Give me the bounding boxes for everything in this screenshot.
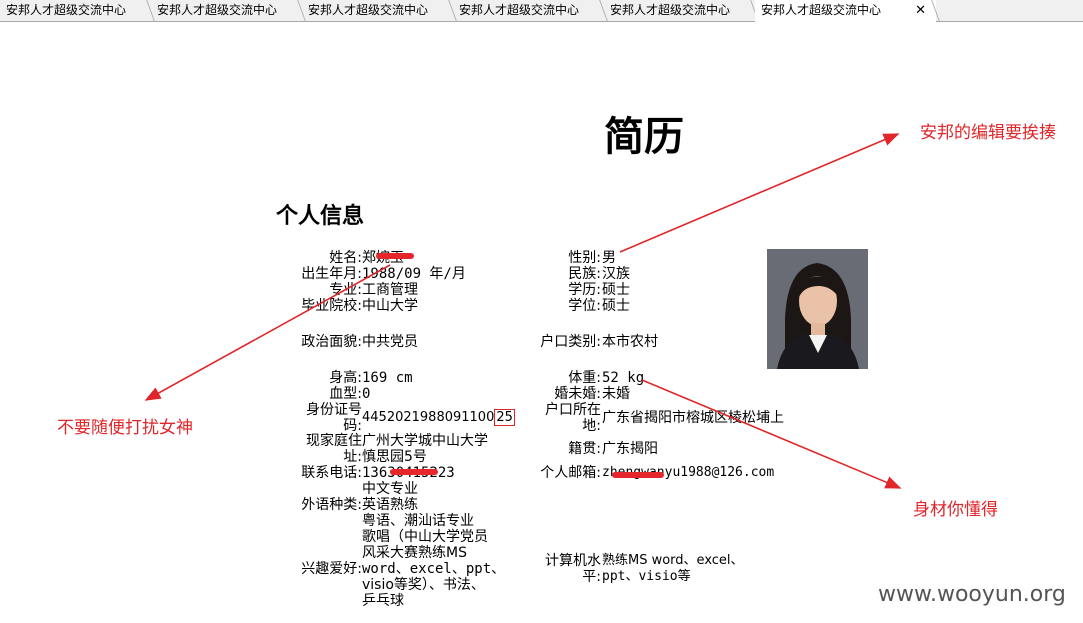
arrow-to-top-right [619,133,900,253]
arrow-to-bottom-right [641,379,902,489]
annotation-arrows [144,133,902,489]
annotation-bottom-right: 身材你懂得 [913,500,998,520]
annotation-top-right: 安邦的编辑要挨揍 [920,123,1056,143]
annotation-left: 不要随便打扰女神 [57,418,193,438]
arrow-to-left [144,264,391,401]
watermark: www.wooyun.org [878,582,1066,607]
